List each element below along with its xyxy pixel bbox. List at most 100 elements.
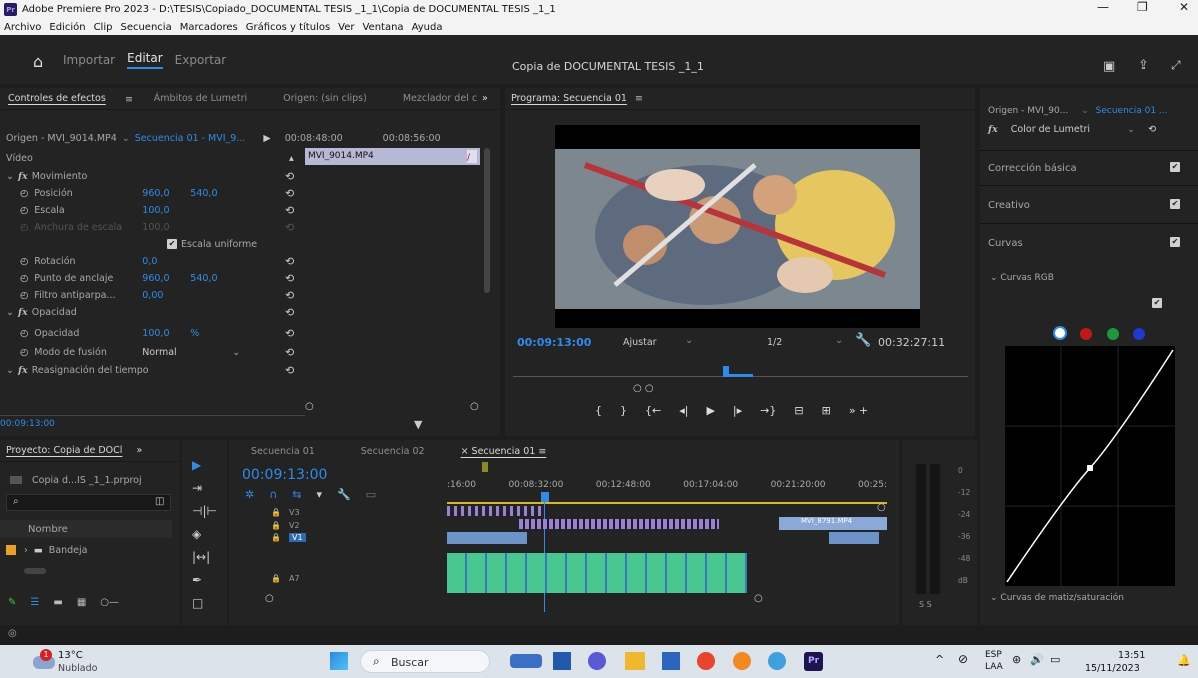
mark-out-icon[interactable]: }	[620, 404, 627, 417]
fullscreen-icon[interactable]: ⤢	[1171, 58, 1181, 73]
menu-ayuda[interactable]: Ayuda	[412, 22, 443, 33]
reset-icon[interactable]: ⟲	[285, 187, 294, 200]
property-value[interactable]: 960,0	[142, 273, 190, 284]
lumetri-sequence[interactable]: Secuencia 01 ...	[1096, 106, 1168, 116]
workspace-importar[interactable]: Importar	[63, 53, 115, 67]
workspace-editar[interactable]: Editar	[127, 51, 163, 69]
menu-ventana[interactable]: Ventana	[362, 22, 403, 33]
scrollbar[interactable]	[24, 568, 46, 574]
project-search-input[interactable]: ⌕ ◫	[6, 494, 171, 511]
effect-row[interactable]: ◴ Punto de anclaje 960,0 540,0 ⟲	[20, 270, 294, 286]
red-channel-icon[interactable]	[1080, 328, 1092, 340]
scroll-handle-icon[interactable]: ○	[877, 502, 886, 513]
stopwatch-icon[interactable]: ◴	[20, 328, 28, 339]
extract-icon[interactable]: ⊞	[822, 404, 831, 417]
track-select-icon[interactable]: ⇥	[192, 481, 217, 495]
restore-icon[interactable]: ❐	[1137, 0, 1148, 14]
pencil-icon[interactable]: ✎	[8, 597, 16, 608]
scrollbar[interactable]	[484, 148, 490, 293]
effect-row[interactable]: ⌄ fx Reasignación del tiempo ⟲	[6, 362, 294, 378]
more-tabs-icon[interactable]: »	[136, 445, 142, 456]
timeline-playhead[interactable]	[541, 492, 549, 502]
quality-select[interactable]: 1/2	[767, 337, 782, 348]
snap-icon[interactable]: ∩	[269, 488, 277, 501]
scroll-handle-icon[interactable]: ○	[754, 593, 763, 604]
wrench-icon[interactable]: 🔧	[855, 333, 871, 348]
quick-export-icon[interactable]: ▣	[1103, 59, 1115, 74]
weather-text[interactable]: Nublado	[58, 663, 97, 674]
windows-start-icon[interactable]	[330, 652, 348, 670]
ripple-edit-icon[interactable]: ⊣|⊢	[192, 504, 217, 518]
expand-icon[interactable]: ⌄	[6, 171, 14, 182]
playhead[interactable]	[723, 366, 729, 375]
reset-icon[interactable]: ⟲	[1148, 124, 1156, 135]
tab-source[interactable]: Origen: (sin clips)	[283, 93, 367, 104]
edge-icon[interactable]	[768, 652, 786, 670]
solo-buttons[interactable]: S S	[919, 600, 932, 609]
tab-audio-mixer[interactable]: Mezclador del c	[403, 93, 477, 104]
clock-time[interactable]: 13:51	[1118, 650, 1145, 661]
reset-icon[interactable]: ⟲	[285, 255, 294, 268]
fx-icon[interactable]: fx	[18, 171, 28, 182]
linked-select-icon[interactable]: ⇆	[292, 488, 301, 501]
effect-row[interactable]: ◴ Opacidad 100,0% ⟲	[20, 325, 294, 341]
blend-mode-select[interactable]: Normal	[142, 347, 232, 358]
clip-strip-v1[interactable]	[447, 532, 527, 544]
chevron-down-icon[interactable]: ⌄	[232, 347, 240, 358]
clip-strip-v3[interactable]	[447, 506, 542, 516]
chevron-up-icon[interactable]: ^	[935, 653, 944, 666]
expand-icon[interactable]: ⌄	[6, 307, 14, 318]
menu-secuencia[interactable]: Secuencia	[120, 22, 171, 33]
menu-graficos[interactable]: Gráficos y títulos	[246, 22, 330, 33]
menu-clip[interactable]: Clip	[94, 22, 113, 33]
menu-ver[interactable]: Ver	[338, 22, 354, 33]
list-view-icon[interactable]: ☰	[30, 597, 39, 608]
chevron-down-icon[interactable]: ⌄	[835, 335, 843, 346]
clip-strip-v1b[interactable]	[829, 532, 879, 544]
scroll-handle-icon[interactable]: ○	[470, 401, 479, 412]
property-value[interactable]: %	[190, 328, 199, 339]
section-toggle[interactable]: ✔	[1170, 162, 1180, 172]
firefox-icon[interactable]	[733, 652, 751, 670]
track-v1[interactable]: 🔒 V1	[271, 529, 306, 545]
chevron-down-icon[interactable]: ⌄	[685, 335, 693, 346]
tab-sequence-02[interactable]: Secuencia 02	[361, 446, 425, 457]
zoom-slider-icon[interactable]: ○—	[100, 597, 119, 608]
effect-row[interactable]: ◴ Escala 100,0 ⟲	[20, 202, 294, 218]
add-button-icon[interactable]: » +	[849, 404, 868, 417]
chevron-down-icon[interactable]: ⌄	[122, 133, 130, 144]
captions-icon[interactable]: ▭	[366, 488, 376, 501]
lang-code[interactable]: ESP	[985, 650, 1002, 660]
scroll-handle-icon[interactable]: ○	[265, 593, 274, 604]
volume-icon[interactable]: 🔊	[1030, 653, 1044, 666]
effect-row[interactable]: ✔ Escala uniforme	[0, 236, 257, 252]
property-value[interactable]: 540,0	[190, 273, 217, 284]
chevron-down-icon[interactable]: ⌄	[1127, 124, 1135, 135]
razor-icon[interactable]: ◈	[192, 527, 217, 541]
property-value[interactable]: 100,0	[142, 328, 190, 339]
scroll-handle-icon[interactable]: ○	[305, 401, 314, 412]
effect-row[interactable]: ◴ Posición 960,0 540,0 ⟲	[20, 185, 294, 201]
panel-menu-icon[interactable]: ≡	[125, 94, 133, 105]
white-channel-icon[interactable]	[1053, 326, 1067, 340]
go-to-out-icon[interactable]: →}	[760, 404, 776, 417]
marker-icon[interactable]: ▾	[317, 488, 323, 501]
tab-lumetri-scopes[interactable]: Ámbitos de Lumetri	[154, 93, 247, 104]
clock-date[interactable]: 15/11/2023	[1085, 663, 1140, 674]
close-icon[interactable]: ✕	[1179, 0, 1189, 14]
icon-view-icon[interactable]: ▬	[53, 597, 62, 608]
reset-icon[interactable]: ⟲	[285, 306, 294, 319]
settings-wrench-icon[interactable]: 🔧	[337, 488, 351, 501]
lang-layout[interactable]: LAA	[985, 662, 1003, 672]
temperature[interactable]: 13°C	[58, 650, 83, 661]
stopwatch-icon[interactable]: ◴	[20, 222, 28, 233]
sequence-label[interactable]: Secuencia 01 - MVI_9...	[135, 133, 246, 144]
column-header-name[interactable]: Nombre	[0, 520, 172, 538]
reset-icon[interactable]: ⟲	[285, 327, 294, 340]
notification-bell-icon[interactable]: 🔔	[1177, 654, 1191, 667]
premiere-taskbar-icon[interactable]: Pr	[804, 652, 823, 671]
lumetri-effect-select[interactable]: Color de Lumetri	[1011, 124, 1090, 135]
selection-tool-icon[interactable]: ▶	[192, 458, 217, 472]
stopwatch-icon[interactable]: ◴	[20, 290, 28, 301]
share-icon[interactable]: ⇪	[1138, 58, 1149, 73]
